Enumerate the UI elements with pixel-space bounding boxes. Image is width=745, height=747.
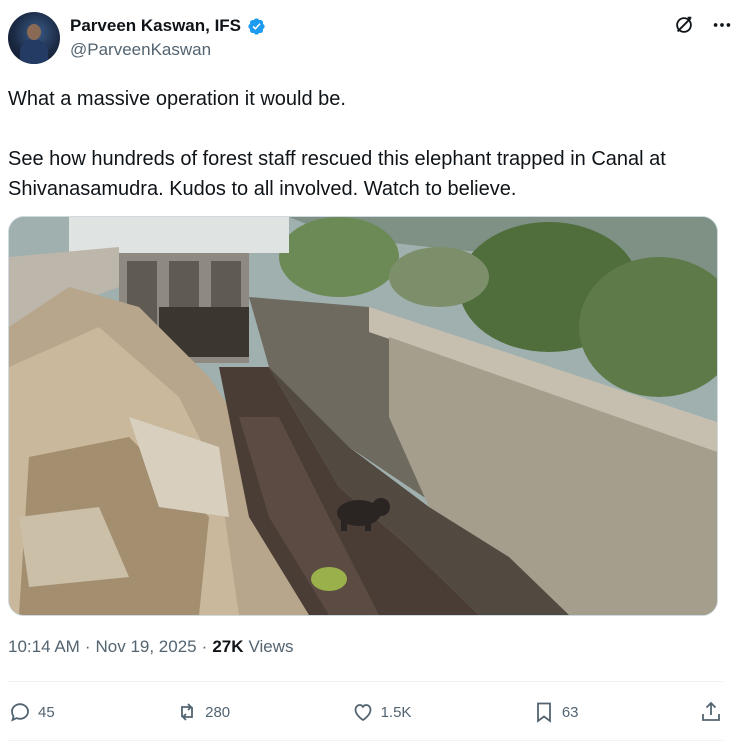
author-name-row[interactable]: Parveen Kaswan, IFS [70,16,266,36]
tweet-text-line2: See how hundreds of forest staff rescued… [8,148,666,200]
more-icon[interactable] [711,14,733,36]
grok-icon[interactable] [673,14,695,36]
tweet-header: Parveen Kaswan, IFS @ParveenKaswan [8,12,733,64]
divider [8,740,723,741]
bookmark-count: 63 [561,703,579,721]
heart-icon [354,704,371,722]
views-label: Views [248,637,294,656]
tweet-time[interactable]: 10:14 AM [8,637,80,657]
tweet-text-line1: What a massive operation it would be. [8,88,346,110]
action-bar: 45 280 1.5K 63 [8,694,723,730]
like-count: 1.5K [380,703,412,721]
tweet-media-video[interactable] [8,216,718,616]
like-button[interactable]: 1.5K [351,700,412,724]
reply-icon [11,703,29,722]
canal-elephant-photo [9,217,717,615]
author-handle[interactable]: @ParveenKaswan [70,40,211,60]
bookmark-icon [536,702,551,723]
share-icon [702,701,720,721]
tweet-meta: 10:14 AM · Nov 19, 2025 · 27K Views [8,637,294,657]
views-count: 27K [212,637,244,656]
bookmark-button[interactable]: 63 [532,700,579,724]
verified-badge-icon [248,17,265,35]
author-display-name[interactable]: Parveen Kaswan, IFS [70,16,241,36]
reply-count: 45 [38,703,55,721]
repost-count: 280 [205,703,231,721]
avatar[interactable] [8,12,60,64]
share-button[interactable] [699,700,723,724]
reply-button[interactable]: 45 [8,700,55,724]
tweet-text: What a massive operation it would be. Se… [8,84,725,204]
repost-icon [181,703,194,721]
divider [8,681,723,682]
meta-separator: · [201,637,208,656]
meta-separator: · [84,637,91,656]
repost-button[interactable]: 280 [175,700,230,724]
tweet-date[interactable]: Nov 19, 2025 [96,637,197,657]
